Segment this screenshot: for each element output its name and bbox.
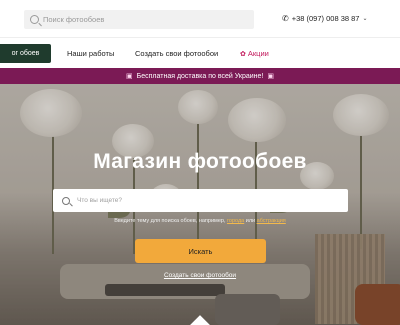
nav-link-works[interactable]: Наши работы [67,49,114,58]
search-icon [62,196,70,205]
nav-link-create[interactable]: Создать свои фотообои [135,49,218,58]
search-icon [30,15,39,24]
catalog-button[interactable]: ог обоев [0,44,51,63]
hero-search-input[interactable] [77,197,337,204]
phone-number: +38 (097) 008 38 87 [291,14,360,23]
hero-section: Магазин фотообоев Введите тему для поиск… [0,84,400,325]
promo-banner: ▣ Бесплатная доставка по всей Украине! ▣ [0,68,400,84]
hint-link-cities[interactable]: города [227,218,244,224]
gift-icon: ▣ [267,73,274,80]
header-search-input[interactable] [43,15,243,24]
hero-title: Магазин фотообоев [93,150,307,173]
chevron-down-icon: ⌄ [362,16,368,22]
nav-link-sale-label: Акции [247,49,269,58]
search-button[interactable]: Искать [135,239,266,263]
tag-icon: ✿ [240,50,246,58]
hint-or: или [245,218,256,224]
create-wallpaper-link[interactable]: Создать свои фотообои [0,272,400,279]
nav-link-sale[interactable]: ✿ Акции [240,49,269,58]
gift-icon: ▣ [126,73,133,80]
hint-prefix: Введите тему для поиска обоев, например, [114,218,226,224]
phone-selector[interactable]: ✆ +38 (097) 008 38 87 ⌄ [282,14,368,23]
promo-text: Бесплатная доставка по всей Украине! [136,72,264,80]
top-header: ✆ +38 (097) 008 38 87 ⌄ [0,0,400,37]
search-hint: Введите тему для поиска обоев, например,… [0,218,400,224]
header-search-box[interactable] [24,10,254,29]
hint-link-abstraction[interactable]: абстракция [257,218,286,224]
hero-search-box[interactable] [53,189,348,212]
main-navigation: ог обоев Наши работы Создать свои фотооб… [0,37,400,68]
phone-icon: ✆ [282,14,289,23]
